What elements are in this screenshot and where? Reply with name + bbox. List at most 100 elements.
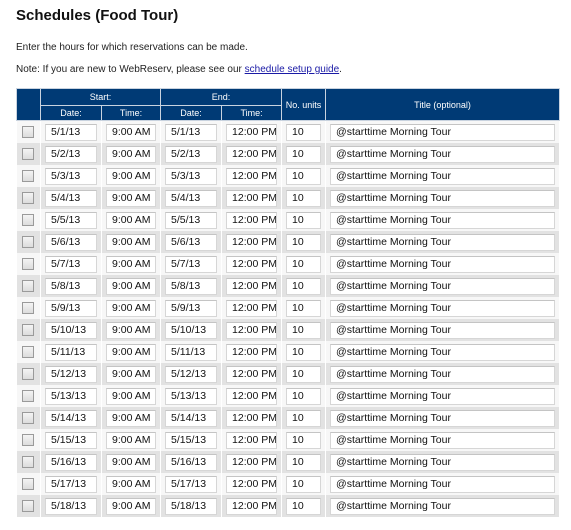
row-checkbox[interactable] [22,390,35,402]
start-date-input[interactable]: 5/5/13 [45,211,97,229]
end-time-input[interactable]: 12:00 PM [226,145,278,163]
units-input[interactable]: 10 [286,497,322,515]
row-checkbox[interactable] [22,236,35,248]
row-checkbox[interactable] [22,148,35,160]
row-checkbox[interactable] [22,192,35,204]
end-time-input[interactable]: 12:00 PM [226,321,278,339]
row-checkbox[interactable] [22,412,35,424]
start-time-input[interactable]: 9:00 AM [106,167,157,185]
start-time-input[interactable]: 9:00 AM [106,475,157,493]
title-input[interactable]: @starttime Morning Tour [330,167,556,185]
title-input[interactable]: @starttime Morning Tour [330,277,556,295]
units-input[interactable]: 10 [286,387,322,405]
end-date-input[interactable]: 5/2/13 [165,145,218,163]
row-checkbox[interactable] [22,302,35,314]
units-input[interactable]: 10 [286,475,322,493]
start-time-input[interactable]: 9:00 AM [106,365,157,383]
schedule-setup-guide-link[interactable]: schedule setup guide [245,64,340,75]
start-date-input[interactable]: 5/6/13 [45,233,97,251]
title-input[interactable]: @starttime Morning Tour [330,255,556,273]
end-time-input[interactable]: 12:00 PM [226,211,278,229]
units-input[interactable]: 10 [286,233,322,251]
row-checkbox[interactable] [22,126,35,138]
title-input[interactable]: @starttime Morning Tour [330,409,556,427]
end-date-input[interactable]: 5/7/13 [165,255,218,273]
end-time-input[interactable]: 12:00 PM [226,475,278,493]
start-time-input[interactable]: 9:00 AM [106,233,157,251]
start-date-input[interactable]: 5/15/13 [45,431,97,449]
start-time-input[interactable]: 9:00 AM [106,299,157,317]
end-date-input[interactable]: 5/3/13 [165,167,218,185]
units-input[interactable]: 10 [286,167,322,185]
title-input[interactable]: @starttime Morning Tour [330,321,556,339]
end-date-input[interactable]: 5/17/13 [165,475,218,493]
start-time-input[interactable]: 9:00 AM [106,431,157,449]
end-date-input[interactable]: 5/9/13 [165,299,218,317]
start-time-input[interactable]: 9:00 AM [106,145,157,163]
units-input[interactable]: 10 [286,431,322,449]
row-checkbox[interactable] [22,170,35,182]
start-date-input[interactable]: 5/12/13 [45,365,97,383]
start-date-input[interactable]: 5/9/13 [45,299,97,317]
start-time-input[interactable]: 9:00 AM [106,123,157,141]
row-checkbox[interactable] [22,434,35,446]
end-date-input[interactable]: 5/4/13 [165,189,218,207]
end-time-input[interactable]: 12:00 PM [226,189,278,207]
start-time-input[interactable]: 9:00 AM [106,321,157,339]
end-time-input[interactable]: 12:00 PM [226,255,278,273]
start-time-input[interactable]: 9:00 AM [106,277,157,295]
units-input[interactable]: 10 [286,145,322,163]
title-input[interactable]: @starttime Morning Tour [330,189,556,207]
end-date-input[interactable]: 5/12/13 [165,365,218,383]
title-input[interactable]: @starttime Morning Tour [330,123,556,141]
row-checkbox[interactable] [22,214,35,226]
start-time-input[interactable]: 9:00 AM [106,409,157,427]
start-date-input[interactable]: 5/10/13 [45,321,97,339]
end-date-input[interactable]: 5/8/13 [165,277,218,295]
end-time-input[interactable]: 12:00 PM [226,299,278,317]
units-input[interactable]: 10 [286,189,322,207]
start-date-input[interactable]: 5/16/13 [45,453,97,471]
end-date-input[interactable]: 5/5/13 [165,211,218,229]
units-input[interactable]: 10 [286,321,322,339]
units-input[interactable]: 10 [286,299,322,317]
end-time-input[interactable]: 12:00 PM [226,387,278,405]
start-date-input[interactable]: 5/1/13 [45,123,97,141]
start-time-input[interactable]: 9:00 AM [106,387,157,405]
end-time-input[interactable]: 12:00 PM [226,233,278,251]
units-input[interactable]: 10 [286,453,322,471]
start-date-input[interactable]: 5/17/13 [45,475,97,493]
title-input[interactable]: @starttime Morning Tour [330,431,556,449]
units-input[interactable]: 10 [286,409,322,427]
title-input[interactable]: @starttime Morning Tour [330,343,556,361]
end-date-input[interactable]: 5/1/13 [165,123,218,141]
end-date-input[interactable]: 5/18/13 [165,497,218,515]
units-input[interactable]: 10 [286,343,322,361]
units-input[interactable]: 10 [286,365,322,383]
start-time-input[interactable]: 9:00 AM [106,497,157,515]
start-time-input[interactable]: 9:00 AM [106,189,157,207]
end-time-input[interactable]: 12:00 PM [226,409,278,427]
start-time-input[interactable]: 9:00 AM [106,453,157,471]
end-date-input[interactable]: 5/13/13 [165,387,218,405]
start-date-input[interactable]: 5/8/13 [45,277,97,295]
end-date-input[interactable]: 5/10/13 [165,321,218,339]
end-time-input[interactable]: 12:00 PM [226,497,278,515]
row-checkbox[interactable] [22,500,35,512]
end-date-input[interactable]: 5/16/13 [165,453,218,471]
end-time-input[interactable]: 12:00 PM [226,167,278,185]
start-date-input[interactable]: 5/14/13 [45,409,97,427]
end-time-input[interactable]: 12:00 PM [226,453,278,471]
end-date-input[interactable]: 5/11/13 [165,343,218,361]
start-time-input[interactable]: 9:00 AM [106,211,157,229]
start-date-input[interactable]: 5/18/13 [45,497,97,515]
title-input[interactable]: @starttime Morning Tour [330,453,556,471]
start-date-input[interactable]: 5/2/13 [45,145,97,163]
end-time-input[interactable]: 12:00 PM [226,431,278,449]
title-input[interactable]: @starttime Morning Tour [330,387,556,405]
end-time-input[interactable]: 12:00 PM [226,277,278,295]
units-input[interactable]: 10 [286,277,322,295]
row-checkbox[interactable] [22,258,35,270]
start-date-input[interactable]: 5/11/13 [45,343,97,361]
start-date-input[interactable]: 5/13/13 [45,387,97,405]
